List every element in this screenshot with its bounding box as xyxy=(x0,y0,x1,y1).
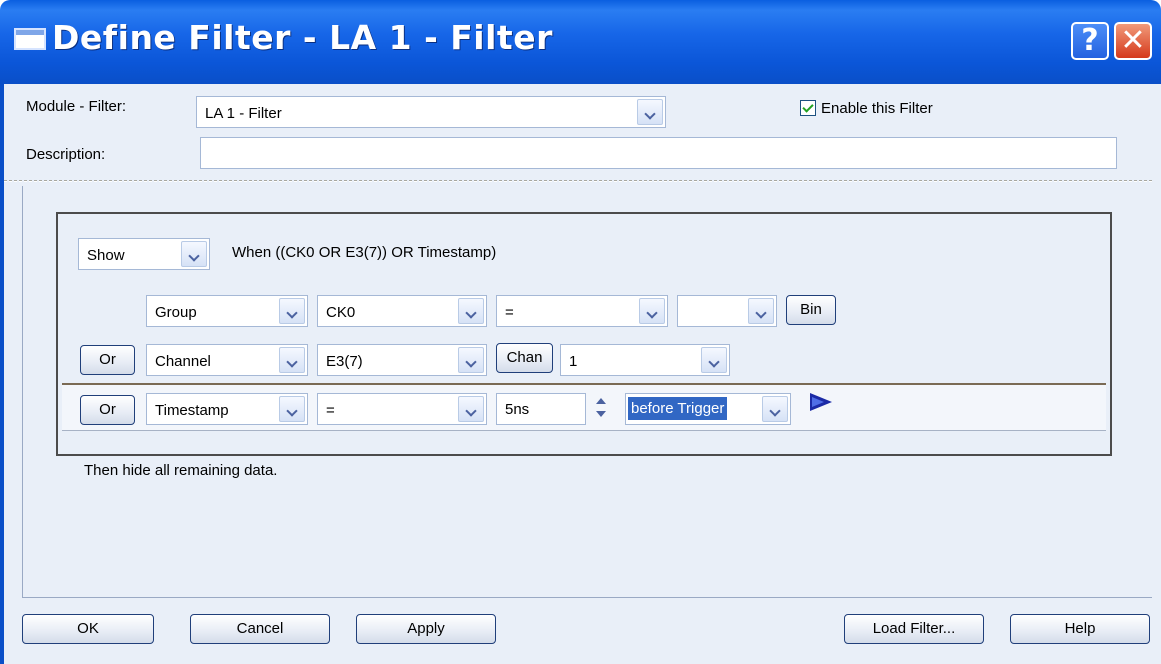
ok-button[interactable]: OK xyxy=(22,614,154,644)
current-row-arrow-icon xyxy=(810,393,834,413)
row3-operator-select[interactable]: = xyxy=(317,393,487,425)
chevron-down-icon[interactable] xyxy=(181,241,207,267)
action-select[interactable]: Show xyxy=(78,238,210,270)
module-filter-value: LA 1 - Filter xyxy=(205,105,282,122)
title-bar: Define Filter - LA 1 - Filter ? ✕ xyxy=(0,0,1161,84)
timestamp-spinner[interactable] xyxy=(589,393,613,423)
module-filter-label: Module - Filter: xyxy=(26,98,127,115)
apply-button[interactable]: Apply xyxy=(356,614,496,644)
chevron-down-icon[interactable] xyxy=(279,347,305,373)
cancel-button[interactable]: Cancel xyxy=(190,614,330,644)
chan-format-button[interactable]: Chan xyxy=(496,343,553,373)
chevron-down-icon[interactable] xyxy=(639,298,665,324)
row2-value-select[interactable]: 1 xyxy=(560,344,730,376)
filter-expression-text: When ((CK0 OR E3(7)) OR Timestamp) xyxy=(232,244,497,261)
module-filter-select[interactable]: LA 1 - Filter xyxy=(196,96,666,128)
chevron-down-icon[interactable] xyxy=(279,396,305,422)
chevron-down-icon[interactable] xyxy=(458,298,484,324)
chevron-down-icon[interactable] xyxy=(637,99,663,125)
close-button[interactable]: ✕ xyxy=(1114,22,1152,60)
enable-filter-checkbox[interactable] xyxy=(800,100,816,116)
enable-filter-label: Enable this Filter xyxy=(821,100,933,117)
window-icon xyxy=(14,28,46,50)
row2-signal-select[interactable]: E3(7) xyxy=(317,344,487,376)
row2-type-select[interactable]: Channel xyxy=(146,344,308,376)
description-label: Description: xyxy=(26,146,106,163)
help-title-button[interactable]: ? xyxy=(1071,22,1109,60)
window-title: Define Filter - LA 1 - Filter xyxy=(52,18,553,57)
row1-operator-select[interactable]: = xyxy=(496,295,668,327)
timestamp-value-input[interactable]: 5ns xyxy=(496,393,586,425)
row2-or-button[interactable]: Or xyxy=(80,345,135,375)
chevron-down-icon[interactable] xyxy=(701,347,727,373)
row1-signal-select[interactable]: CK0 xyxy=(317,295,487,327)
row1-value-select[interactable] xyxy=(677,295,777,327)
define-filter-dialog: Define Filter - LA 1 - Filter ? ✕ Module… xyxy=(0,0,1161,664)
chevron-down-icon[interactable] xyxy=(458,347,484,373)
row3-or-button[interactable]: Or xyxy=(80,395,135,425)
spin-up-icon[interactable] xyxy=(596,398,606,404)
help-button[interactable]: Help xyxy=(1010,614,1150,644)
chevron-down-icon[interactable] xyxy=(279,298,305,324)
chevron-down-icon[interactable] xyxy=(458,396,484,422)
row1-type-select[interactable]: Group xyxy=(146,295,308,327)
chevron-down-icon[interactable] xyxy=(762,396,788,422)
row3-relation-select[interactable]: before Trigger xyxy=(625,393,791,425)
load-filter-button[interactable]: Load Filter... xyxy=(844,614,984,644)
bin-format-button[interactable]: Bin xyxy=(786,295,836,325)
spin-down-icon[interactable] xyxy=(596,411,606,417)
description-input[interactable] xyxy=(200,137,1117,169)
row3-type-select[interactable]: Timestamp xyxy=(146,393,308,425)
chevron-down-icon[interactable] xyxy=(748,298,774,324)
footer-note: Then hide all remaining data. xyxy=(84,462,278,479)
separator xyxy=(4,180,1152,182)
